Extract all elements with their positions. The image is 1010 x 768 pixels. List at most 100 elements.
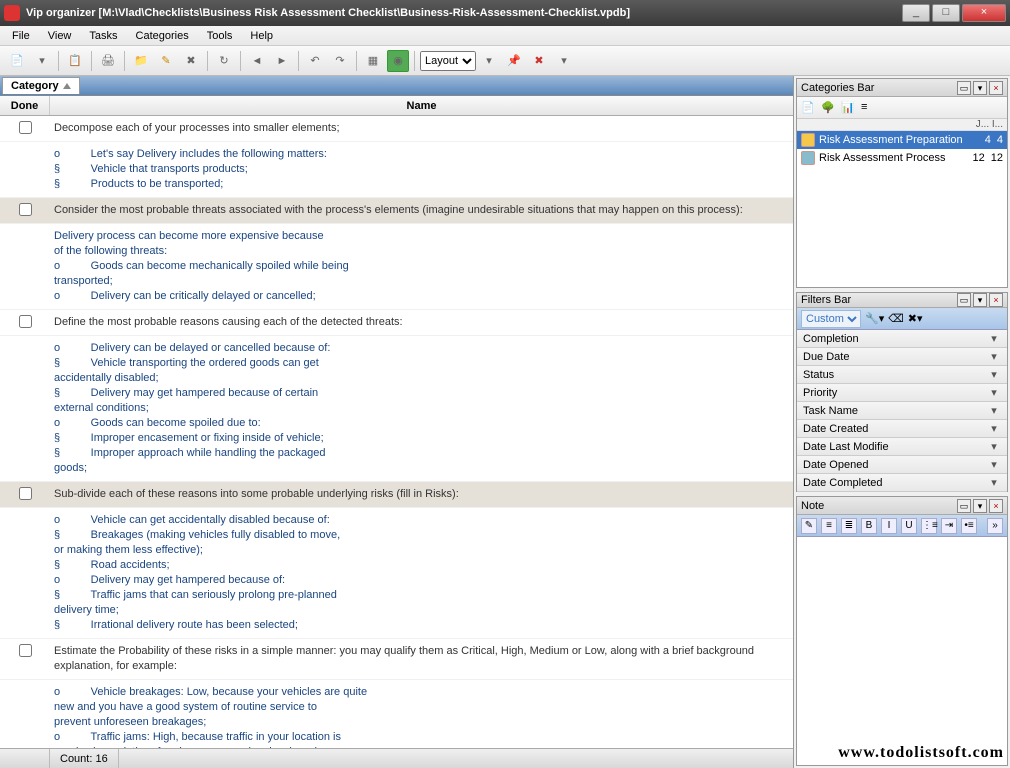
chart-icon[interactable]: 📊	[841, 101, 855, 115]
chevron-down-icon[interactable]: ▾	[987, 368, 1001, 381]
view1-icon[interactable]: ▦	[362, 50, 384, 72]
delete-icon[interactable]: ✖	[180, 50, 202, 72]
task-row[interactable]: Estimate the Probability of these risks …	[0, 639, 793, 680]
note-panel-title: Note ▭ ▾ ×	[797, 497, 1007, 515]
filter-field-row[interactable]: Completion▾	[797, 330, 1007, 348]
panel-dock-icon[interactable]: ▭	[957, 293, 971, 307]
chevron-down-icon[interactable]: ▾	[987, 404, 1001, 417]
note-row[interactable]: o Let's say Delivery includes the follow…	[0, 142, 793, 198]
note-row[interactable]: Delivery process can become more expensi…	[0, 224, 793, 310]
note-list-icon[interactable]: ⋮≡	[921, 518, 937, 534]
task-row[interactable]: Consider the most probable threats assoc…	[0, 198, 793, 224]
filter-field-row[interactable]: Due Date▾	[797, 348, 1007, 366]
done-checkbox[interactable]	[19, 315, 32, 328]
note-bold-icon[interactable]: B	[861, 518, 877, 534]
filter-field-row[interactable]: Date Opened▾	[797, 456, 1007, 474]
menu-tasks[interactable]: Tasks	[81, 28, 125, 44]
chevron-down-icon[interactable]: ▾	[987, 440, 1001, 453]
filter-field-row[interactable]: Date Completed▾	[797, 474, 1007, 492]
undo-icon[interactable]: ↶	[304, 50, 326, 72]
copy-icon[interactable]: 📋	[64, 50, 86, 72]
clear-icon[interactable]: ✖	[528, 50, 550, 72]
column-done[interactable]: Done	[0, 96, 50, 115]
note-editor[interactable]	[797, 537, 1007, 765]
done-checkbox[interactable]	[19, 203, 32, 216]
menu-tools[interactable]: Tools	[199, 28, 241, 44]
filter-remove-icon[interactable]: ✖▾	[908, 312, 923, 325]
pin-icon[interactable]: 📌	[503, 50, 525, 72]
panel-close-icon[interactable]: ×	[989, 293, 1003, 307]
nav-back-icon[interactable]: ◄	[246, 50, 268, 72]
close-button[interactable]: ×	[962, 4, 1006, 22]
layout-dropdown-icon[interactable]: ▾	[478, 50, 500, 72]
note-bullets-icon[interactable]: •≡	[961, 518, 977, 534]
task-row[interactable]: Decompose each of your processes into sm…	[0, 116, 793, 142]
note-row[interactable]: o Vehicle breakages: Low, because your v…	[0, 680, 793, 748]
panel-dock-icon[interactable]: ▭	[957, 81, 971, 95]
filter-clear-icon[interactable]: ⌫	[888, 312, 904, 325]
category-name: Risk Assessment Process	[819, 152, 946, 164]
category-item[interactable]: Risk Assessment Process1212	[797, 149, 1007, 167]
panel-close-icon[interactable]: ×	[989, 81, 1003, 95]
note-underline-icon[interactable]: U	[901, 518, 917, 534]
view2-icon[interactable]: ◉	[387, 50, 409, 72]
menu-view[interactable]: View	[40, 28, 80, 44]
filter-field-row[interactable]: Status▾	[797, 366, 1007, 384]
chevron-down-icon[interactable]: ▾	[987, 476, 1001, 489]
chevron-down-icon[interactable]: ▾	[987, 386, 1001, 399]
note-align-left-icon[interactable]: ≡	[821, 518, 837, 534]
menu-categories[interactable]: Categories	[128, 28, 197, 44]
tree-icon[interactable]: 🌳	[821, 101, 835, 115]
nav-fwd-icon[interactable]: ►	[271, 50, 293, 72]
filter-field-row[interactable]: Date Last Modifie▾	[797, 438, 1007, 456]
chevron-down-icon[interactable]: ▾	[987, 350, 1001, 363]
done-checkbox[interactable]	[19, 121, 32, 134]
note-indent-icon[interactable]: ⇥	[941, 518, 957, 534]
done-checkbox[interactable]	[19, 487, 32, 500]
redo-icon[interactable]: ↷	[329, 50, 351, 72]
panel-pin-icon[interactable]: ▾	[973, 499, 987, 513]
note-edit-icon[interactable]: ✎	[801, 518, 817, 534]
print-icon[interactable]: 🖨	[97, 50, 119, 72]
panel-pin-icon[interactable]: ▾	[973, 81, 987, 95]
note-align-center-icon[interactable]: ≣	[841, 518, 857, 534]
menu-file[interactable]: File	[4, 28, 38, 44]
folder-icon[interactable]: 📁	[130, 50, 152, 72]
column-name[interactable]: Name	[50, 96, 793, 115]
chevron-down-icon[interactable]: ▾	[987, 458, 1001, 471]
note-row[interactable]: o Delivery can be delayed or cancelled b…	[0, 336, 793, 482]
task-row[interactable]: Sub-divide each of these reasons into so…	[0, 482, 793, 508]
filter-preset-select[interactable]: Custom	[801, 310, 861, 328]
category-group-tab[interactable]: Category	[2, 77, 80, 94]
minimize-button[interactable]: _	[902, 4, 930, 22]
add-category-icon[interactable]: 📄	[801, 101, 815, 115]
layout-select[interactable]: Layout	[420, 51, 476, 71]
panel-pin-icon[interactable]: ▾	[973, 293, 987, 307]
note-italic-icon[interactable]: I	[881, 518, 897, 534]
done-checkbox[interactable]	[19, 644, 32, 657]
refresh-icon[interactable]: ↻	[213, 50, 235, 72]
new-doc-icon[interactable]: 📄	[6, 50, 28, 72]
maximize-button[interactable]: □	[932, 4, 960, 22]
menu-help[interactable]: Help	[242, 28, 281, 44]
chevron-down-icon[interactable]: ▾	[987, 422, 1001, 435]
filter-field-row[interactable]: Date Created▾	[797, 420, 1007, 438]
note-expand-icon[interactable]: »	[987, 518, 1003, 534]
filter-icon[interactable]: ≡	[861, 101, 875, 115]
filter-field-name: Task Name	[803, 405, 987, 417]
edit-icon[interactable]: ✎	[155, 50, 177, 72]
filter-apply-icon[interactable]: 🔧▾	[865, 312, 884, 325]
panel-close-icon[interactable]: ×	[989, 499, 1003, 513]
panel-dock-icon[interactable]: ▭	[957, 499, 971, 513]
task-row[interactable]: Define the most probable reasons causing…	[0, 310, 793, 336]
category-item[interactable]: Risk Assessment Preparation44	[797, 131, 1007, 149]
filter-field-row[interactable]: Task Name▾	[797, 402, 1007, 420]
dropdown-icon[interactable]: ▾	[31, 50, 53, 72]
filter-field-name: Date Opened	[803, 459, 987, 471]
chevron-down-icon[interactable]: ▾	[987, 332, 1001, 345]
filter-field-row[interactable]: Priority▾	[797, 384, 1007, 402]
cell-done	[0, 511, 50, 635]
more-icon[interactable]: ▾	[553, 50, 575, 72]
note-row[interactable]: o Vehicle can get accidentally disabled …	[0, 508, 793, 639]
filter-field-name: Status	[803, 369, 987, 381]
